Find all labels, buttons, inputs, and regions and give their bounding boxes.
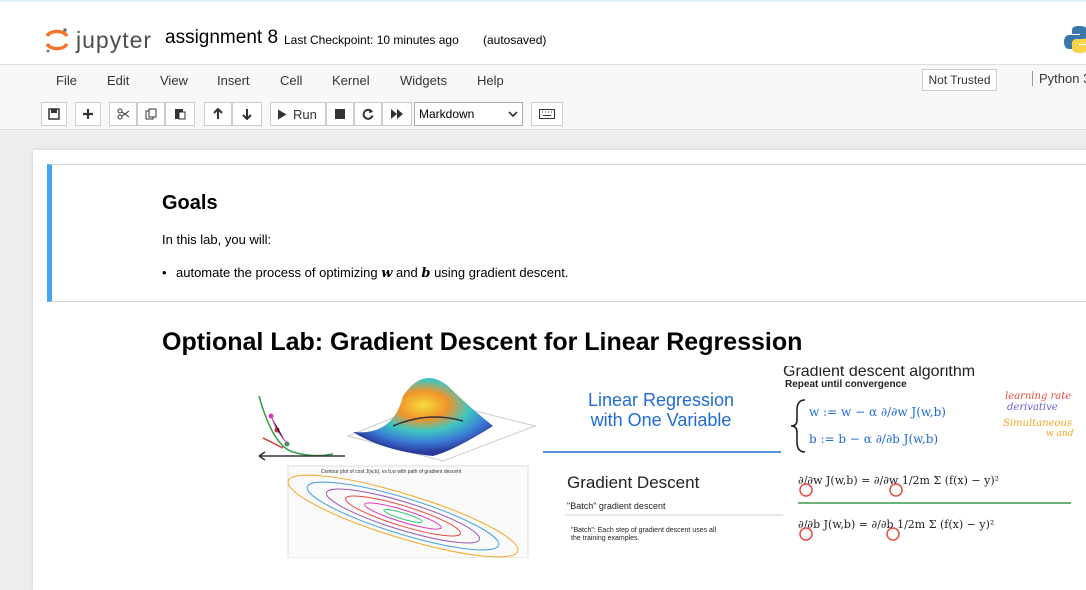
menu-widgets[interactable]: Widgets — [400, 71, 447, 90]
linear-regression-card: Linear Regression with One Variable — [543, 390, 781, 453]
move-up-icon — [213, 108, 223, 119]
restart-icon — [362, 108, 374, 120]
paste-button[interactable] — [165, 102, 195, 126]
cost-surface-3d — [346, 378, 537, 462]
notebook-header: jupyter assignment 8 Last Checkpoint: 10… — [0, 2, 1086, 64]
trust-button[interactable]: Not Trusted — [922, 69, 997, 91]
save-icon — [48, 108, 60, 120]
gradient-descent-card: Gradient Descent "Batch" gradient descen… — [565, 473, 783, 542]
menu-insert[interactable]: Insert — [217, 71, 250, 90]
jupyter-logo-text: jupyter — [76, 26, 153, 53]
menu-help[interactable]: Help — [477, 71, 504, 90]
batch-label: "Batch" gradient descent — [567, 501, 666, 511]
lab-banner-image: Contour plot of cost J(w,b), vs b,w with… — [258, 366, 1074, 558]
restart-button[interactable] — [354, 102, 382, 126]
bullet-text-pre: automate the process of optimizing — [176, 265, 382, 280]
goals-heading: Goals — [162, 192, 218, 214]
menu-kernel[interactable]: Kernel — [332, 71, 370, 90]
notebook-name[interactable]: assignment 8 — [165, 27, 278, 49]
run-button[interactable]: Run — [270, 102, 326, 126]
move-down-button[interactable] — [232, 102, 262, 126]
move-down-icon — [242, 109, 252, 120]
bullet-text-mid: and — [392, 265, 422, 280]
move-up-button[interactable] — [204, 102, 232, 126]
note-simultaneous: Simultaneous — [1003, 418, 1072, 429]
algo-w-update: w := w − α ∂/∂w J(w,b) — [809, 405, 946, 419]
jupyter-logo[interactable]: jupyter — [44, 24, 152, 56]
menu-view[interactable]: View — [160, 71, 188, 90]
kernel-indicator[interactable]: Python 3 — [1032, 71, 1086, 86]
stop-icon — [335, 109, 345, 119]
insert-cell-button[interactable] — [75, 102, 101, 126]
algo-b-update: b := b − α ∂/∂b J(w,b) — [809, 432, 938, 446]
algo-title: Gradient descent algorithm — [783, 366, 975, 380]
python-icon — [1064, 26, 1086, 53]
fast-forward-icon — [390, 109, 403, 119]
checkpoint-status: Last Checkpoint: 10 minutes ago — [284, 33, 459, 47]
menu-edit[interactable]: Edit — [107, 71, 129, 90]
gd-title: Gradient Descent — [567, 473, 700, 492]
chevron-down-icon — [508, 111, 518, 117]
contour-plot: Contour plot of cost J(w,b), vs b,w with… — [287, 465, 529, 558]
cut-button[interactable] — [109, 102, 137, 126]
goals-intro: In this lab, you will: — [162, 232, 272, 247]
command-palette-button[interactable] — [531, 102, 563, 126]
menu-file[interactable]: File — [56, 71, 77, 90]
math-var-w: w — [381, 266, 393, 281]
run-icon — [278, 109, 287, 119]
cut-icon — [117, 108, 129, 120]
menu-cell[interactable]: Cell — [280, 71, 302, 90]
contour-caption: Contour plot of cost J(w,b), vs b,w with… — [321, 469, 462, 475]
paste-icon — [175, 109, 186, 120]
lab-title: Optional Lab: Gradient Descent for Linea… — [162, 328, 803, 356]
batch-desc-line1: "Batch": Each step of gradient descent u… — [571, 527, 717, 534]
bullet-text-post: using gradient descent. — [430, 265, 569, 280]
run-label: Run — [293, 106, 317, 122]
linreg-line2: with One Variable — [590, 410, 732, 430]
notebook-container: Goals In this lab, you will: automate th… — [33, 150, 1086, 590]
restart-run-all-button[interactable] — [382, 102, 412, 126]
cost-curve-plot — [258, 395, 345, 461]
batch-desc-line2: the training examples. — [571, 535, 640, 542]
copy-button[interactable] — [137, 102, 165, 126]
linreg-line1: Linear Regression — [588, 390, 734, 410]
cell-type-value: Markdown — [419, 107, 475, 121]
save-button[interactable] — [41, 102, 67, 126]
copy-icon — [145, 108, 157, 120]
note-derivative: derivative — [1007, 402, 1058, 413]
note-w-and: w and — [1046, 429, 1074, 439]
keyboard-icon — [539, 109, 555, 119]
menu-bar: File Edit View Insert Cell Kernel Widget… — [0, 64, 1086, 130]
goals-bullet: automate the process of optimizing w and… — [162, 265, 569, 281]
algorithm-card: Gradient descent algorithm Repeat until … — [783, 366, 1074, 541]
interrupt-button[interactable] — [326, 102, 354, 126]
autosave-status: (autosaved) — [483, 33, 547, 47]
markdown-cell-goals[interactable]: Goals In this lab, you will: automate th… — [47, 164, 1086, 302]
note-learning-rate: learning rate — [1005, 391, 1071, 402]
jupyter-logo-icon — [45, 28, 69, 53]
algo-subtitle: Repeat until convergence — [785, 379, 907, 390]
cell-type-select[interactable]: Markdown — [414, 102, 523, 126]
add-icon — [83, 109, 93, 119]
